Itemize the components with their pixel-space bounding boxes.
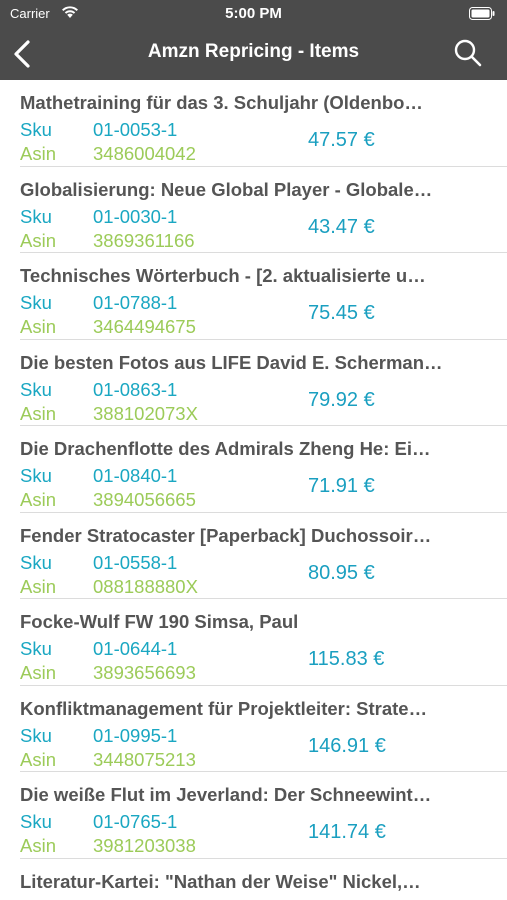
sku-value: 01-0558-1 <box>93 551 178 573</box>
item-title: Die besten Fotos aus LIFE David E. Scher… <box>20 351 443 373</box>
asin-label: Asin <box>20 662 56 683</box>
asin-value: 088188880X <box>93 575 198 597</box>
sku-label: Sku <box>20 205 52 227</box>
sku-label: Sku <box>20 638 52 659</box>
item-price: 71.91 € <box>308 475 375 497</box>
items-list[interactable]: Mathetraining für das 3. Schuljahr (Olde… <box>0 80 507 900</box>
status-bar: Carrier 5:00 PM <box>0 0 507 28</box>
sku-label: Sku <box>20 811 52 832</box>
asin-label: Asin <box>20 575 56 597</box>
item-title: Mathetraining für das 3. Schuljahr (Olde… <box>20 92 423 113</box>
asin-label: Asin <box>20 835 56 856</box>
list-item[interactable]: Die besten Fotos aus LIFE David E. Scher… <box>20 340 507 426</box>
list-item[interactable]: Die Drachenflotte des Admirals Zheng He:… <box>20 426 507 513</box>
asin-value: 3464494675 <box>93 316 196 337</box>
asin-value: 3486004042 <box>93 143 196 164</box>
status-time: 5:00 PM <box>225 5 282 22</box>
asin-label: Asin <box>20 143 56 164</box>
list-item[interactable]: Focke-Wulf FW 190 Simsa, Paul Sku 01-0644… <box>20 599 507 686</box>
item-price: 115.83 € <box>308 648 385 670</box>
list-item[interactable]: Globalisierung: Neue Global Player - Glo… <box>20 167 507 253</box>
item-price: 79.92 € <box>308 388 375 411</box>
item-title: Globalisierung: Neue Global Player - Glo… <box>20 178 433 200</box>
item-title: Fender Stratocaster [Paperback] Duchosso… <box>20 524 432 546</box>
sku-label: Sku <box>20 292 52 313</box>
list-item[interactable]: Literatur-Kartei: "Nathan der Weise" Nic… <box>20 859 507 900</box>
list-item[interactable]: Technisches Wörterbuch - [2. aktualisier… <box>20 253 507 340</box>
asin-label: Asin <box>20 402 56 424</box>
item-title: Konfliktmanagement für Projektleiter: St… <box>20 697 428 719</box>
item-price: 141.74 € <box>308 821 386 843</box>
asin-label: Asin <box>20 229 56 251</box>
sku-value: 01-0053-1 <box>93 119 178 140</box>
asin-value: 3981203038 <box>93 835 196 856</box>
asin-value: 3894056665 <box>93 489 196 510</box>
list-item[interactable]: Die weiße Flut im Jeverland: Der Schneew… <box>20 772 507 859</box>
sku-value: 01-0863-1 <box>93 378 178 400</box>
asin-value: 3893656693 <box>93 662 196 683</box>
asin-label: Asin <box>20 489 56 510</box>
list-item[interactable]: Mathetraining für das 3. Schuljahr (Olde… <box>20 80 507 167</box>
item-price: 146.91 € <box>308 734 386 757</box>
battery-icon <box>469 7 495 20</box>
sku-label: Sku <box>20 465 52 486</box>
sku-value: 01-0840-1 <box>93 465 178 486</box>
item-price: 75.45 € <box>308 302 375 324</box>
asin-value: 388102073X <box>93 402 198 424</box>
item-title: Focke-Wulf FW 190 Simsa, Paul <box>20 611 299 632</box>
item-price: 43.47 € <box>308 215 375 238</box>
item-title: Die weiße Flut im Jeverland: Der Schneew… <box>20 784 432 805</box>
sku-value: 01-0995-1 <box>93 724 178 746</box>
navigation-bar: Amzn Repricing - Items <box>0 28 507 80</box>
sku-value: 01-0030-1 <box>93 205 178 227</box>
sku-label: Sku <box>20 551 52 573</box>
sku-label: Sku <box>20 119 52 140</box>
sku-value: 01-0788-1 <box>93 292 178 313</box>
item-price: 80.95 € <box>308 561 375 584</box>
asin-value: 3448075213 <box>93 748 196 770</box>
sku-label: Sku <box>20 378 52 400</box>
search-icon[interactable] <box>453 38 483 68</box>
item-title: Die Drachenflotte des Admirals Zheng He:… <box>20 438 431 459</box>
list-item[interactable]: Fender Stratocaster [Paperback] Duchosso… <box>20 513 507 599</box>
item-price: 47.57 € <box>308 129 375 151</box>
item-title: Literatur-Kartei: "Nathan der Weise" Nic… <box>20 870 421 892</box>
sku-value: 01-0765-1 <box>93 811 178 832</box>
list-item[interactable]: Konfliktmanagement für Projektleiter: St… <box>20 686 507 772</box>
page-title: Amzn Repricing - Items <box>147 41 360 62</box>
sku-value: 01-0644-1 <box>93 638 178 659</box>
asin-label: Asin <box>20 748 56 770</box>
app-header: Carrier 5:00 PM Amzn Repricing - Items <box>0 0 507 80</box>
asin-value: 3869361166 <box>93 229 195 251</box>
item-title: Technisches Wörterbuch - [2. aktualisier… <box>20 265 426 286</box>
asin-label: Asin <box>20 316 56 337</box>
sku-label: Sku <box>20 724 52 746</box>
